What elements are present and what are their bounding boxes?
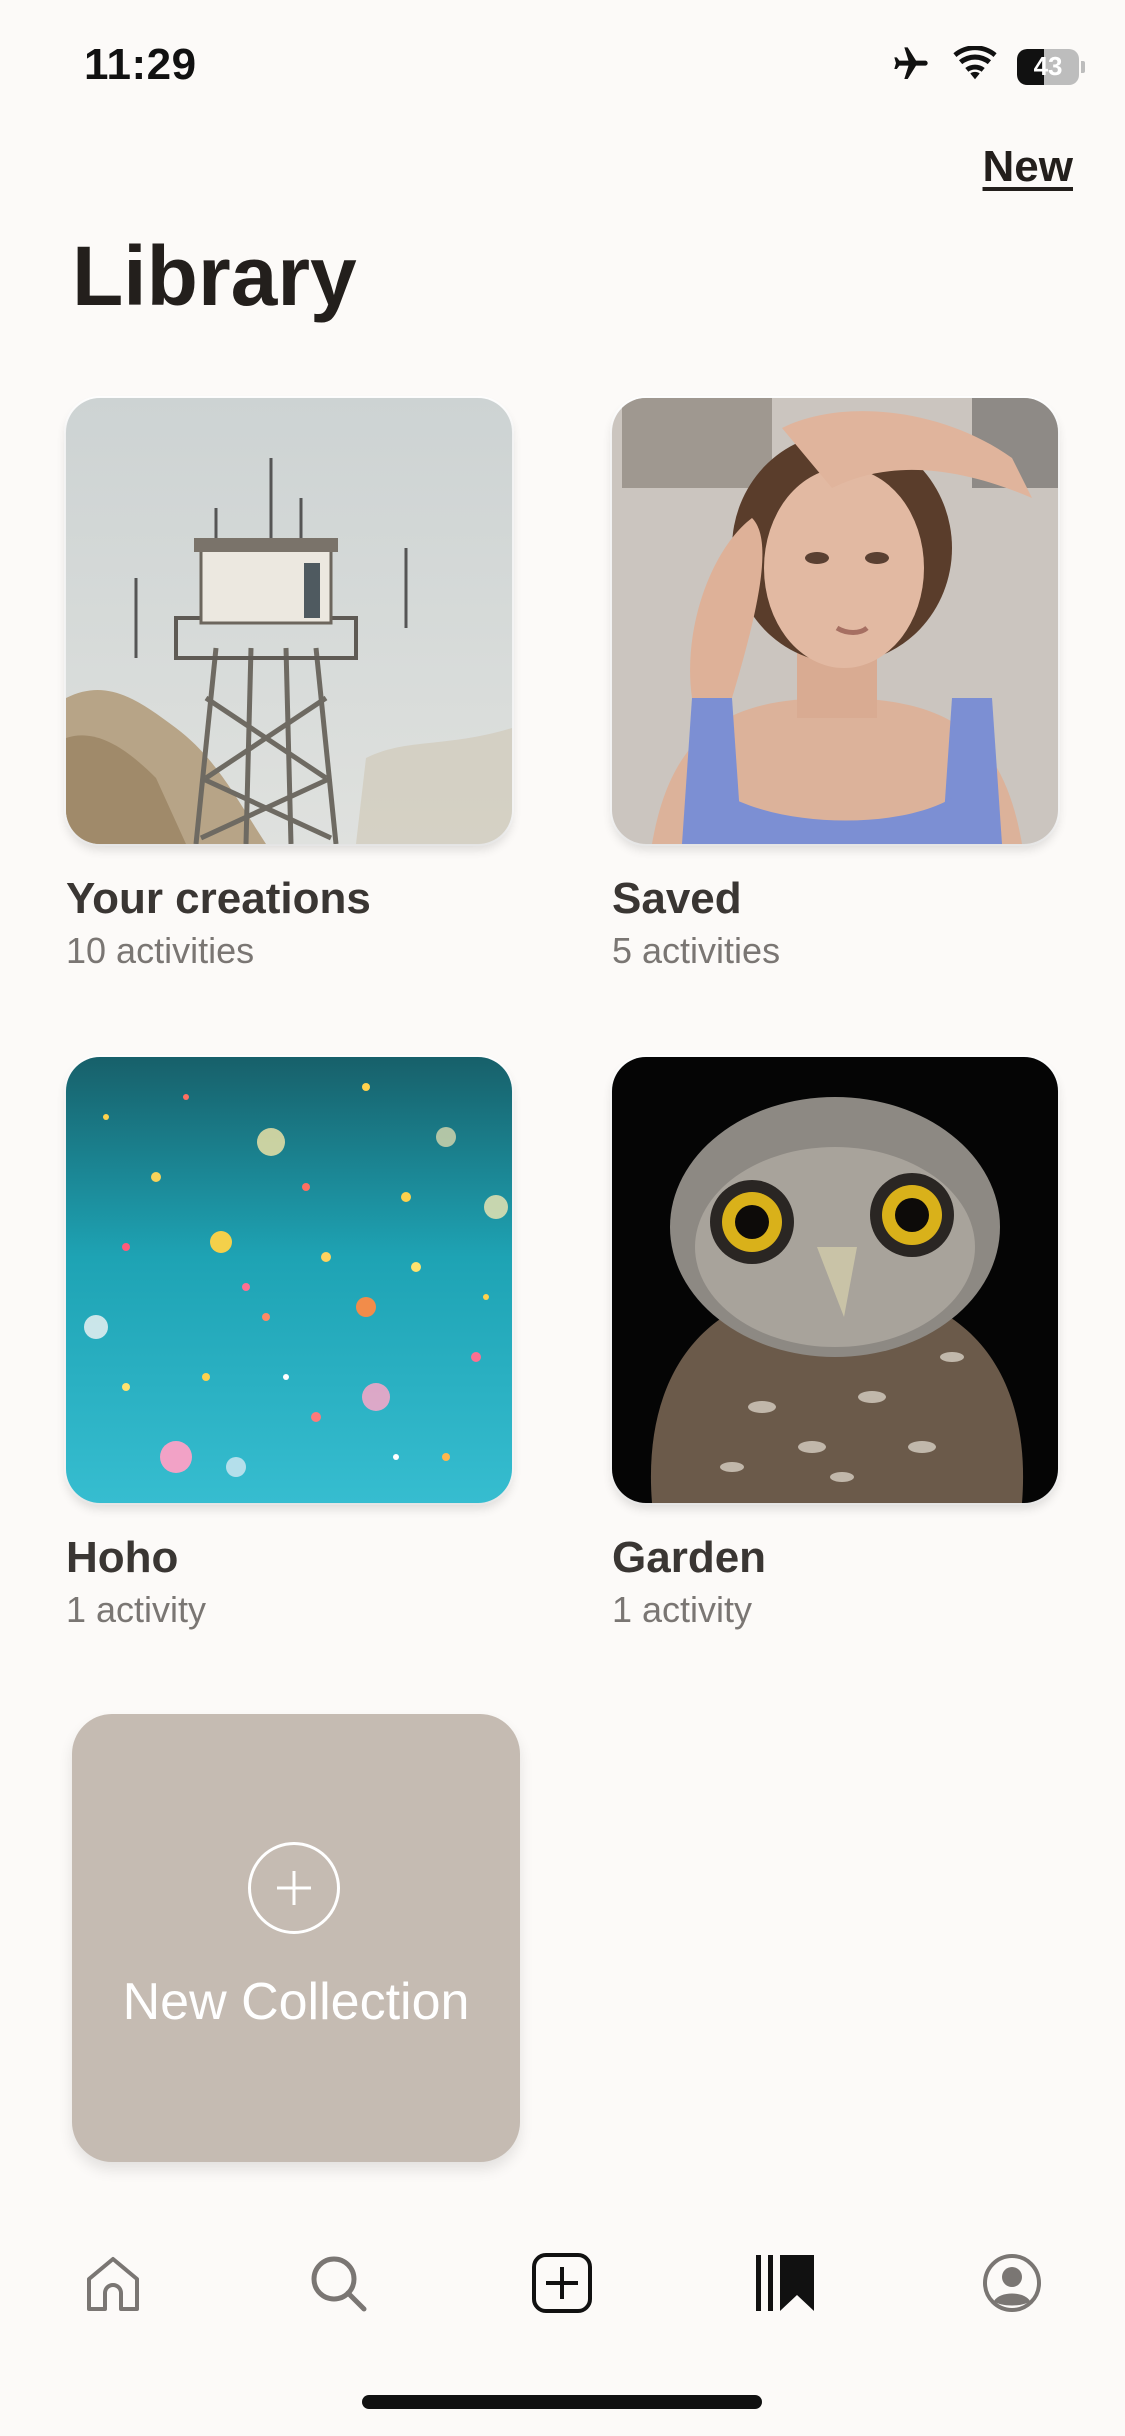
plus-square-icon <box>530 2251 594 2320</box>
collection-count: 1 activity <box>66 1589 207 1630</box>
collection-card-your-creations[interactable]: Your creations 10 activities <box>66 398 512 972</box>
collection-title: Your creations <box>66 874 371 923</box>
collection-count: 10 activities <box>66 930 255 971</box>
status-time: 11:29 <box>84 40 197 89</box>
nav-create[interactable] <box>507 2230 617 2340</box>
status-icons: 43 <box>889 44 1085 89</box>
collection-count: 5 activities <box>612 930 781 971</box>
collection-title: Saved <box>612 874 742 923</box>
collection-title: Garden <box>612 1533 767 1582</box>
home-icon <box>81 2251 145 2320</box>
battery-level: 43 <box>1033 51 1063 81</box>
collection-card-hoho[interactable]: Hoho 1 activity <box>66 1057 512 1631</box>
woman-portrait-photo <box>612 398 1058 844</box>
collection-title: Hoho <box>66 1533 179 1582</box>
watchtower-photo <box>66 398 512 844</box>
new-collection-label: New Collection <box>122 1973 470 2031</box>
bottom-nav <box>0 2230 1125 2340</box>
airplane-icon <box>889 44 933 89</box>
nav-home[interactable] <box>58 2230 168 2340</box>
collection-count: 1 activity <box>612 1589 753 1630</box>
home-indicator <box>362 2395 762 2409</box>
owl-photo <box>612 1057 1058 1503</box>
nav-search[interactable] <box>283 2230 393 2340</box>
library-icon <box>752 2251 822 2320</box>
nav-profile[interactable] <box>957 2230 1067 2340</box>
confetti-photo <box>66 1057 512 1503</box>
new-button[interactable]: New <box>983 142 1073 192</box>
status-bar: 11:29 43 <box>0 0 1125 140</box>
nav-library[interactable] <box>732 2230 842 2340</box>
battery-icon: 43 <box>1017 48 1085 85</box>
search-icon <box>306 2251 370 2320</box>
profile-icon <box>980 2251 1044 2320</box>
plus-circle-icon <box>248 1842 340 1934</box>
new-collection-button[interactable]: New Collection <box>72 1714 520 2162</box>
collection-card-garden[interactable]: Garden 1 activity <box>612 1057 1058 1631</box>
collection-card-saved[interactable]: Saved 5 activities <box>612 398 1058 972</box>
wifi-icon <box>953 45 997 87</box>
page-title: Library <box>72 229 357 323</box>
